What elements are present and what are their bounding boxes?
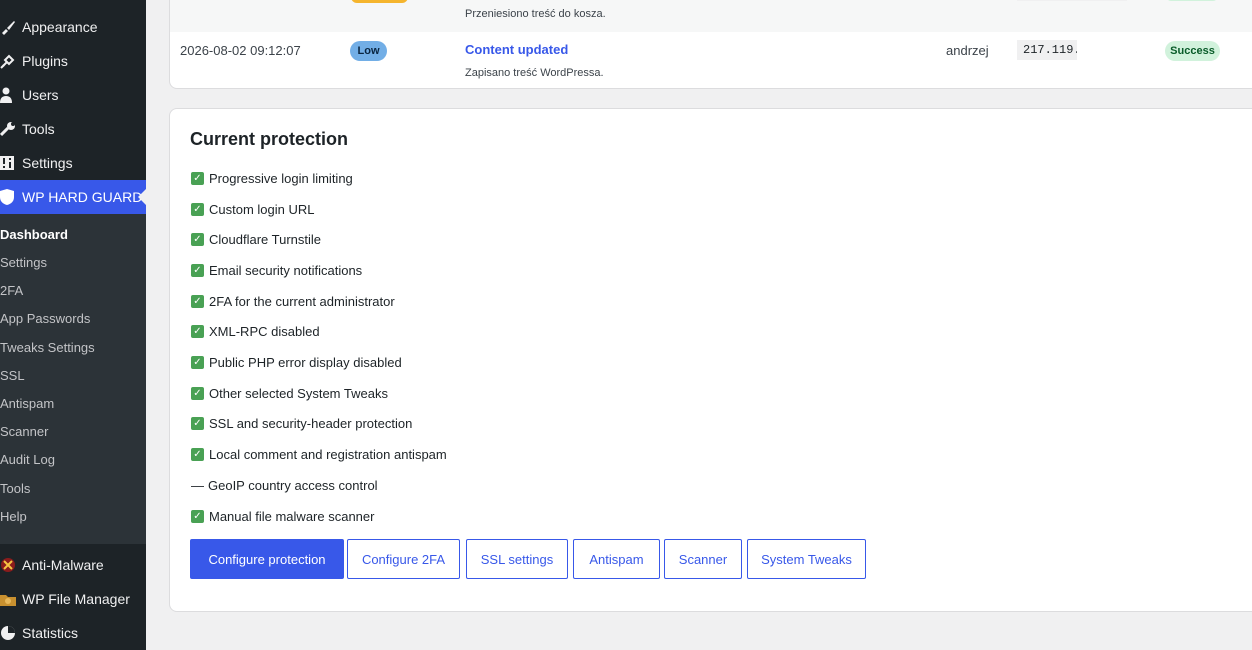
event-title-link[interactable]: Content updated <box>465 42 568 57</box>
protection-item: ✓ Other selected System Tweaks <box>191 383 388 403</box>
wrench-icon <box>0 119 22 139</box>
checkmark-icon: ✓ <box>191 355 204 369</box>
submenu-item-2fa[interactable]: 2FA <box>0 283 23 305</box>
protection-item-label: Cloudflare Turnstile <box>209 231 321 247</box>
event-detail: Zapisano treść WordPressa. <box>465 67 604 79</box>
user-name: andrzej <box>946 43 989 58</box>
protection-item-label: XML-RPC disabled <box>209 323 320 339</box>
ip-address: 217.119. <box>1017 40 1077 60</box>
protection-item: ✓ Email security notifications <box>191 260 362 280</box>
paintbrush-icon <box>0 17 22 37</box>
submenu-item-scanner[interactable]: Scanner <box>0 424 48 446</box>
submenu-item-help[interactable]: Help <box>0 509 27 531</box>
submenu-item-tools[interactable]: Tools <box>0 481 30 503</box>
current-protection-card: Current protection ✓ Progressive login li… <box>169 108 1252 612</box>
section-title: Current protection <box>190 129 349 149</box>
scanner-button[interactable]: Scanner <box>664 539 742 579</box>
submenu-item-app-passwords[interactable]: App Passwords <box>0 311 90 333</box>
menu-label: Statistics <box>22 625 79 641</box>
audit-log-table: Przeniesiono treść do kosza. 2026-08-02 … <box>169 0 1252 89</box>
protection-item-label: Progressive login limiting <box>209 170 353 186</box>
ip-chip-partial <box>1017 0 1127 1</box>
checkmark-icon: ✓ <box>191 171 204 185</box>
protection-item: ✓ Custom login URL <box>191 199 315 219</box>
hard-guard-submenu: Dashboard Settings 2FA App Passwords Twe… <box>0 214 146 544</box>
admin-sidebar: Appearance Plugins Users Tools Settings … <box>0 0 146 650</box>
submenu-item-tweaks-settings[interactable]: Tweaks Settings <box>0 340 95 362</box>
checkmark-icon: ✓ <box>191 416 204 430</box>
ssl-settings-button[interactable]: SSL settings <box>466 539 568 579</box>
menu-item-wp-hard-guard[interactable]: WP HARD GUARD <box>0 180 146 214</box>
timestamp: 2026-08-02 09:12:07 <box>180 43 301 58</box>
submenu-item-antispam[interactable]: Antispam <box>0 396 54 418</box>
shield-icon <box>0 187 22 207</box>
event-detail: Przeniesiono treść do kosza. <box>465 8 606 20</box>
protection-item: — GeoIP country access control <box>191 475 378 495</box>
protection-item: ✓ 2FA for the current administrator <box>191 291 395 311</box>
menu-label: Appearance <box>22 19 98 35</box>
system-tweaks-button[interactable]: System Tweaks <box>747 539 866 579</box>
checkmark-icon: ✓ <box>191 202 204 216</box>
protection-item-label: 2FA for the current administrator <box>209 293 395 309</box>
protection-item-label: Local comment and registration antispam <box>209 446 447 462</box>
malware-icon <box>0 555 22 575</box>
menu-item-users[interactable]: Users <box>0 78 146 112</box>
submenu-item-audit-log[interactable]: Audit Log <box>0 452 55 474</box>
checkmark-icon: ✓ <box>191 294 204 308</box>
submenu-item-ssl[interactable]: SSL <box>0 368 25 390</box>
folder-icon <box>0 589 22 609</box>
status-badge-partial <box>1166 0 1218 1</box>
menu-label: Anti-Malware <box>22 557 104 573</box>
submenu-item-dashboard[interactable]: Dashboard <box>0 227 68 249</box>
menu-item-settings[interactable]: Settings <box>0 146 146 180</box>
checkmark-icon: ✓ <box>191 447 204 461</box>
menu-label: WP HARD GUARD <box>22 189 143 205</box>
protection-item: ✓ Manual file malware scanner <box>191 506 374 526</box>
protection-item: ✓ XML-RPC disabled <box>191 321 320 341</box>
protection-item: ✓ Progressive login limiting <box>191 168 353 188</box>
menu-item-tools[interactable]: Tools <box>0 112 146 146</box>
configure-2fa-button[interactable]: Configure 2FA <box>347 539 460 579</box>
menu-label: Tools <box>22 121 55 137</box>
configure-protection-button[interactable]: Configure protection <box>190 539 344 579</box>
submenu-item-settings[interactable]: Settings <box>0 255 47 277</box>
status-badge: Success <box>1165 41 1220 61</box>
protection-item-label: Custom login URL <box>209 201 315 217</box>
menu-label: WP File Manager <box>22 591 130 607</box>
protection-item-label: Other selected System Tweaks <box>209 385 388 401</box>
protection-item: ✓ SSL and security-header protection <box>191 413 412 433</box>
menu-item-statistics[interactable]: Statistics <box>0 616 146 650</box>
user-icon <box>0 85 22 105</box>
menu-label: Users <box>22 87 59 103</box>
checkmark-icon: ✓ <box>191 263 204 277</box>
protection-item: ✓ Cloudflare Turnstile <box>191 229 321 249</box>
dash-icon: — <box>191 477 204 493</box>
plug-icon <box>0 51 22 71</box>
menu-item-anti-malware[interactable]: Anti-Malware <box>0 548 146 582</box>
menu-item-plugins[interactable]: Plugins <box>0 44 146 78</box>
menu-item-appearance[interactable]: Appearance <box>0 10 146 44</box>
severity-badge: Low <box>350 41 387 61</box>
protection-item-label: Email security notifications <box>209 262 363 278</box>
antispam-button[interactable]: Antispam <box>573 539 660 579</box>
menu-label: Settings <box>22 155 73 171</box>
protection-item: ✓ Public PHP error display disabled <box>191 352 402 372</box>
menu-item-wp-file-manager[interactable]: WP File Manager <box>0 582 146 616</box>
checkmark-icon: ✓ <box>191 324 204 338</box>
protection-item-label: Public PHP error display disabled <box>209 354 402 370</box>
chart-pie-icon <box>0 623 22 643</box>
checkmark-icon: ✓ <box>191 509 204 523</box>
checkmark-icon: ✓ <box>191 386 204 400</box>
table-row: Przeniesiono treść do kosza. <box>170 0 1252 32</box>
menu-label: Plugins <box>22 53 68 69</box>
checkmark-icon: ✓ <box>191 232 204 246</box>
sliders-icon <box>0 153 22 173</box>
protection-item: ✓ Local comment and registration antispam <box>191 444 447 464</box>
protection-item-label: SSL and security-header protection <box>209 415 413 431</box>
protection-item-label: Manual file malware scanner <box>209 508 375 524</box>
protection-item-label: GeoIP country access control <box>208 477 378 493</box>
severity-badge-partial <box>351 0 408 3</box>
